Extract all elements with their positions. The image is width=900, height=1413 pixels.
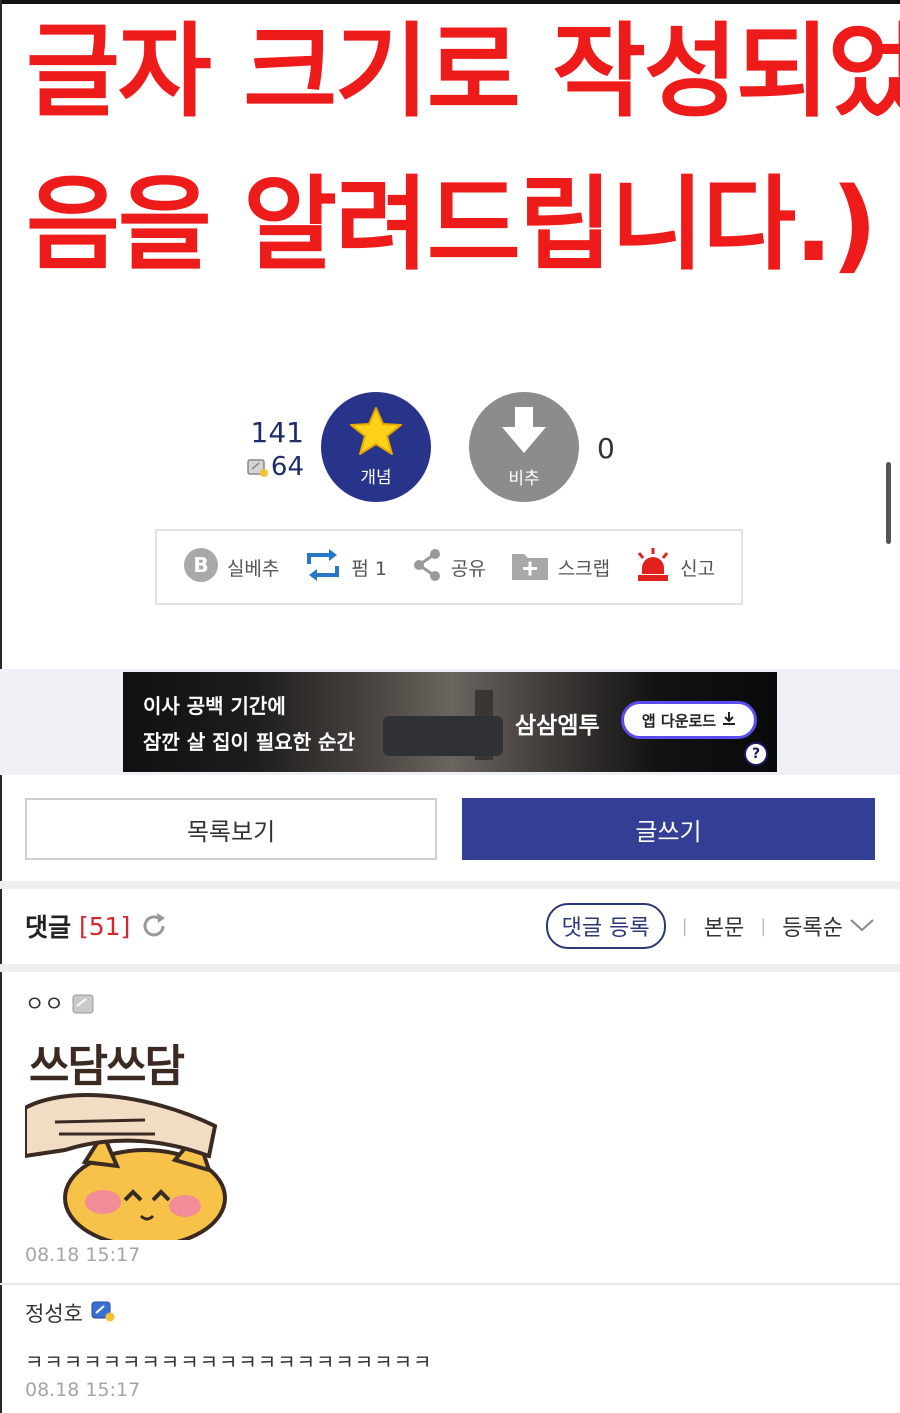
sort-label: 등록순 [782,916,843,941]
comments-header-controls: 댓글 등록 | 본문 | 등록순 [545,903,875,949]
fixed-member-icon [247,458,268,477]
section-divider [0,881,900,889]
comment-author[interactable]: ㅇㅇ [25,988,64,1018]
share-label: 공유 [450,557,486,580]
chevron-down-icon [849,914,875,939]
ad-room-photo-sofa [383,716,503,756]
siren-icon [634,547,672,588]
svg-text:B: B [193,553,208,577]
refresh-icon[interactable] [140,912,168,940]
ad-download-label: 앱 다운로드 [641,711,717,730]
report-button[interactable]: 신고 [634,547,715,588]
post-action-bar: B 실베추 펌 1 공유 스크랩 신고 [155,529,743,605]
guest-user-icon [72,994,94,1014]
repost-icon [303,548,343,587]
headline-line-1: 글자 크기로 작성되었 [26,13,900,132]
comment-author-row: 정성호 [25,1298,875,1328]
write-post-button[interactable]: 글쓰기 [462,798,875,860]
comment-timestamp: 08.18 15:17 [25,1244,141,1266]
upvote-label: 개념 [360,468,392,488]
comments-title: 댓글 [25,913,72,942]
comment-item: 정성호 ㅋㅋㅋㅋㅋㅋㅋㅋㅋㅋㅋㅋㅋㅋㅋㅋㅋㅋㅋㅋㅋ 08.18 15:17 [25,1298,875,1401]
scrap-label: 스크랩 [557,557,611,580]
ad-brand-logo: 삼삼엠투 [515,713,600,739]
downvote-count: 0 [597,432,615,465]
share-button[interactable]: 공유 [411,547,486,588]
comment-timestamp: 08.18 15:17 [25,1379,141,1401]
comment-author-row: ㅇㅇ [25,988,875,1018]
fixed-member-icon [91,1300,115,1327]
repost-button[interactable]: 펌 1 [303,548,387,587]
repost-label: 펌 1 [351,557,387,580]
star-icon [349,406,403,461]
go-to-body-link[interactable]: 본문 [704,910,744,942]
ad-download-button[interactable]: 앱 다운로드 [621,701,757,739]
arrow-down-icon [499,405,549,462]
comments-header: 댓글 [51] 댓글 등록 | 본문 | 등록순 [25,900,875,952]
comment-text: ㅋㅋㅋㅋㅋㅋㅋㅋㅋㅋㅋㅋㅋㅋㅋㅋㅋㅋㅋㅋㅋ [25,1350,433,1374]
upvote-button[interactable]: 개념 [321,392,431,502]
fixed-upvote: 64 [232,452,304,482]
headline-line-2: 음을 알려드립니다.) [26,166,878,285]
ad-headline-1: 이사 공백 기간에 [143,694,286,718]
ad-headline-2: 잠깐 살 집이 필요한 순간 [143,730,355,754]
scrollbar-thumb[interactable] [886,462,891,544]
section-divider [0,964,900,972]
fixed-upvote-count: 64 [270,452,304,482]
comment-divider [0,1283,900,1285]
share-icon [411,547,443,588]
download-icon [722,711,736,729]
upvote-count: 141 [250,416,304,449]
downvote-button[interactable]: 비추 [469,392,579,502]
scrap-button[interactable]: 스크랩 [510,548,610,587]
separator: | [760,915,767,937]
comment-item: ㅇㅇ 쓰담쓰담 08.18 15:17 [25,988,875,1266]
downvote-label: 비추 [508,469,540,489]
comments-count: [51] [79,911,131,941]
comment-sticker-image: 쓰담쓰담 [25,1030,235,1240]
ad-banner[interactable]: 이사 공백 기간에 잠깐 살 집이 필요한 순간 삼삼엠투 앱 다운로드 ? [123,672,777,772]
top-border [0,0,900,4]
vote-counts: 141 64 [232,416,304,482]
folder-plus-icon [510,548,550,587]
sort-dropdown[interactable]: 등록순 [782,910,875,942]
ad-info-icon[interactable]: ? [744,742,768,766]
sticker-illustration [25,1093,227,1240]
view-list-button[interactable]: 목록보기 [25,798,437,860]
separator: | [681,915,688,937]
register-comment-button[interactable]: 댓글 등록 [545,903,666,949]
comment-author[interactable]: 정성호 [25,1298,83,1328]
report-label: 신고 [680,557,716,580]
best-recommend-button[interactable]: B 실베추 [183,547,279,588]
best-recommend-label: 실베추 [226,557,280,580]
best-b-icon: B [183,547,219,588]
